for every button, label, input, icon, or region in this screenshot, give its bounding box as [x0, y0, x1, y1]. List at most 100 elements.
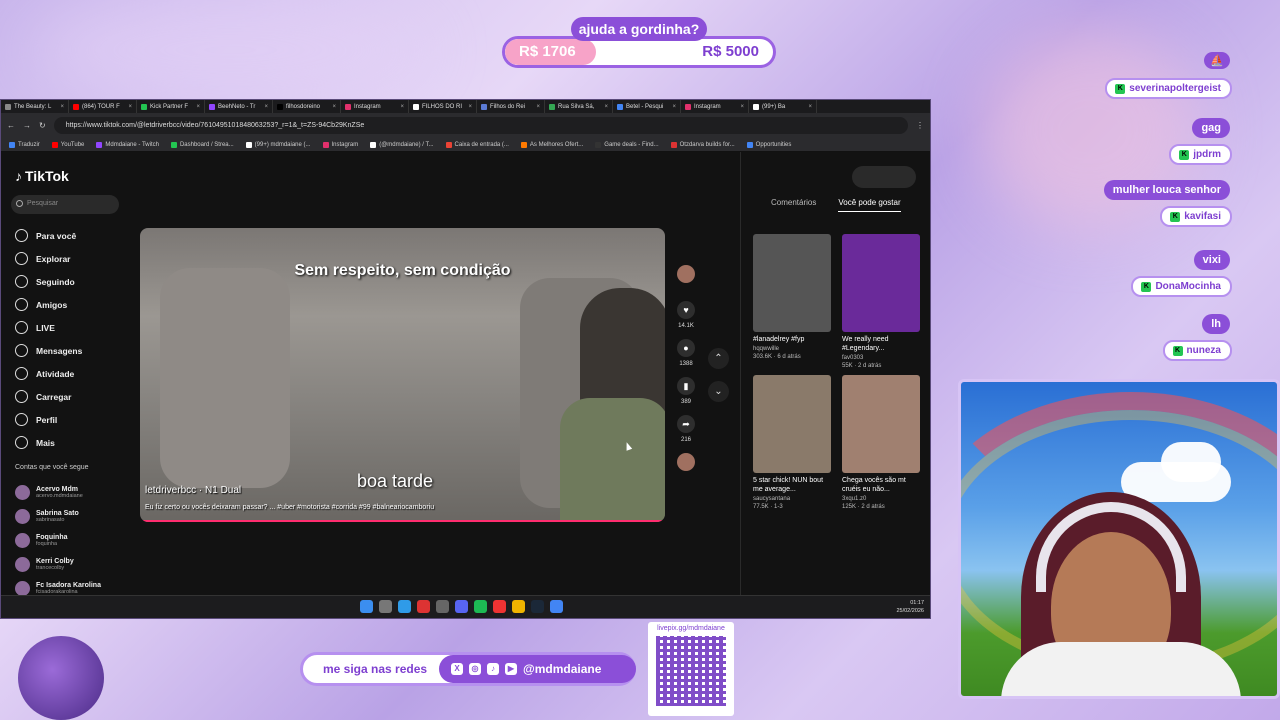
suggested-video[interactable]: Chega vocês são mt cruéis eu não... 3xqu1…	[842, 375, 922, 510]
bookmark-item[interactable]: Game deals - Find...	[595, 141, 659, 148]
close-icon[interactable]: ×	[264, 104, 268, 110]
following-item[interactable]: Acervo Mdm acervo.mdmdaiane	[15, 480, 130, 504]
bookmark-item[interactable]: YouTube	[51, 141, 84, 148]
video-username[interactable]: letdriverbcc · N1 Dual	[145, 485, 241, 496]
sidebar-item-more[interactable]: Mais	[15, 431, 125, 454]
close-icon[interactable]: ×	[536, 104, 540, 110]
video-thumbnail[interactable]	[753, 375, 831, 473]
creator-avatar[interactable]	[677, 265, 695, 283]
browser-tab[interactable]: Filhos do Rei ×	[477, 100, 545, 113]
close-icon[interactable]: ×	[196, 104, 200, 110]
sidebar-item-compass[interactable]: Explorar	[15, 247, 125, 270]
bookmark-item[interactable]: Opportunities	[746, 141, 791, 148]
sidebar-item-home[interactable]: Para você	[15, 224, 125, 247]
close-icon[interactable]: ×	[468, 104, 472, 110]
suggested-user: 3xqu1.z0	[842, 496, 867, 502]
comment-icon[interactable]: ●	[677, 339, 695, 357]
bookmark-item[interactable]: Dashboard / Strea...	[170, 141, 234, 148]
bookmark-icon[interactable]: ▮	[677, 377, 695, 395]
bookmark-item[interactable]: Traduzir	[9, 141, 40, 148]
close-icon[interactable]: ×	[60, 104, 64, 110]
obs-icon[interactable]	[436, 600, 449, 613]
browser-tab[interactable]: Betel - Pesqui ×	[613, 100, 681, 113]
sidebar-item-friends[interactable]: Amigos	[15, 293, 125, 316]
bookmark-item[interactable]: Caixa de entrada (...	[445, 141, 509, 148]
bookmark-item[interactable]: Instagram	[322, 141, 358, 148]
search-input[interactable]: Pesquisar	[11, 195, 119, 214]
tab-bar: The Beauty: L × (864) TOUR F × Kick Partner …	[1, 100, 930, 113]
sidebar-item-upload[interactable]: Carregar	[15, 385, 125, 408]
chevron-down-icon[interactable]: ⌄	[708, 381, 729, 402]
bookmark-item[interactable]: Otzdarva builds for...	[670, 141, 735, 148]
browser-tab[interactable]: (864) TOUR F ×	[69, 100, 137, 113]
close-icon[interactable]: ×	[400, 104, 404, 110]
close-icon[interactable]: ×	[128, 104, 132, 110]
video-progress[interactable]	[140, 520, 665, 522]
forward-icon[interactable]: →	[23, 121, 31, 130]
suggested-video[interactable]: We really need #Legendary... fav0303 55K ·…	[842, 234, 922, 369]
browser-tab[interactable]: (99+) Ba ×	[749, 100, 817, 113]
tiktok-logo[interactable]: ♪ TikTok	[15, 168, 69, 184]
browser-tab[interactable]: Rua Silva Sá, ×	[545, 100, 613, 113]
close-icon[interactable]: ×	[740, 104, 744, 110]
folder-icon[interactable]	[512, 600, 525, 613]
music-disc-icon[interactable]	[677, 453, 695, 471]
sidebar-item-messages[interactable]: Mensagens	[15, 339, 125, 362]
edge-icon[interactable]	[398, 600, 411, 613]
video-thumbnail[interactable]	[842, 375, 920, 473]
browser-tab[interactable]: filhosdoreino ×	[273, 100, 341, 113]
following-item[interactable]: Sabrina Sato sabrinasato	[15, 504, 130, 528]
panel-toolbar[interactable]	[852, 166, 916, 188]
car-seat	[160, 268, 290, 488]
video-player[interactable]: Sem respeito, sem condição boa tarde let…	[140, 228, 665, 522]
app-icon[interactable]	[493, 600, 506, 613]
close-icon[interactable]: ×	[808, 104, 812, 110]
chevron-up-icon[interactable]: ⌃	[708, 348, 729, 369]
streamer-shirt	[1001, 642, 1241, 696]
suggested-video[interactable]: #lanadelrey #fyp hqqwwille 303.6K · 6 d at…	[753, 234, 833, 369]
bookmark-item[interactable]: As Melhores Ofert...	[520, 141, 583, 148]
taskview-icon[interactable]	[379, 600, 392, 613]
extensions-icon[interactable]: ⋮	[916, 121, 924, 130]
sidebar-item-live[interactable]: LIVE	[15, 316, 125, 339]
browser-tab[interactable]: Instagram ×	[341, 100, 409, 113]
suggested-video[interactable]: 5 star chick! NUN bout me average... sauc…	[753, 375, 833, 510]
steam-icon[interactable]	[531, 600, 544, 613]
reload-icon[interactable]: ↻	[39, 121, 46, 130]
video-thumbnail[interactable]	[753, 234, 831, 332]
browser-tab[interactable]: The Beauty: L ×	[1, 100, 69, 113]
social-label: me siga nas redes	[323, 662, 428, 676]
back-icon[interactable]: ←	[7, 121, 15, 130]
taskbar-clock[interactable]: 01:17 25/02/2026	[896, 599, 924, 615]
sidebar-item-following[interactable]: Seguindo	[15, 270, 125, 293]
browser-tab[interactable]: Kick Partner F ×	[137, 100, 205, 113]
following-item[interactable]: Kerri Colby trancecolby	[15, 552, 130, 576]
start-icon[interactable]	[360, 600, 373, 613]
bookmark-label: Traduzir	[18, 141, 40, 148]
browser-tab[interactable]: Instagram ×	[681, 100, 749, 113]
video-thumbnail[interactable]	[842, 234, 920, 332]
close-icon[interactable]: ×	[332, 104, 336, 110]
bookmark-item[interactable]: (99+) mdmdaiane (...	[245, 141, 311, 148]
following-icon	[15, 275, 28, 288]
opera-icon[interactable]	[417, 600, 430, 613]
browser-tab[interactable]: FILHOS DO RI ×	[409, 100, 477, 113]
tab-comments[interactable]: Comentários	[771, 198, 816, 212]
bookmark-item[interactable]: (@mdmdaiane) / T...	[370, 141, 434, 148]
spotify-icon[interactable]	[474, 600, 487, 613]
close-icon[interactable]: ×	[604, 104, 608, 110]
like-icon[interactable]: ♥	[677, 301, 695, 319]
discord-icon[interactable]	[455, 600, 468, 613]
tab-label: (99+) Ba	[762, 103, 786, 110]
close-icon[interactable]: ×	[672, 104, 676, 110]
browser-tab[interactable]: BeehNeto - Tr ×	[205, 100, 273, 113]
chrome-icon[interactable]	[550, 600, 563, 613]
tab-suggested[interactable]: Você pode gostar	[838, 198, 901, 212]
following-item[interactable]: Foquinha foquinha	[15, 528, 130, 552]
sidebar-item-activity[interactable]: Atividade	[15, 362, 125, 385]
url-input[interactable]: https://www.tiktok.com/@letdriverbcc/vid…	[53, 117, 908, 134]
chat-username: nuneza	[1186, 345, 1221, 356]
bookmark-item[interactable]: Mdmdaiane - Twitch	[96, 141, 159, 148]
share-icon[interactable]: ➦	[677, 415, 695, 433]
sidebar-item-profile[interactable]: Perfil	[15, 408, 125, 431]
